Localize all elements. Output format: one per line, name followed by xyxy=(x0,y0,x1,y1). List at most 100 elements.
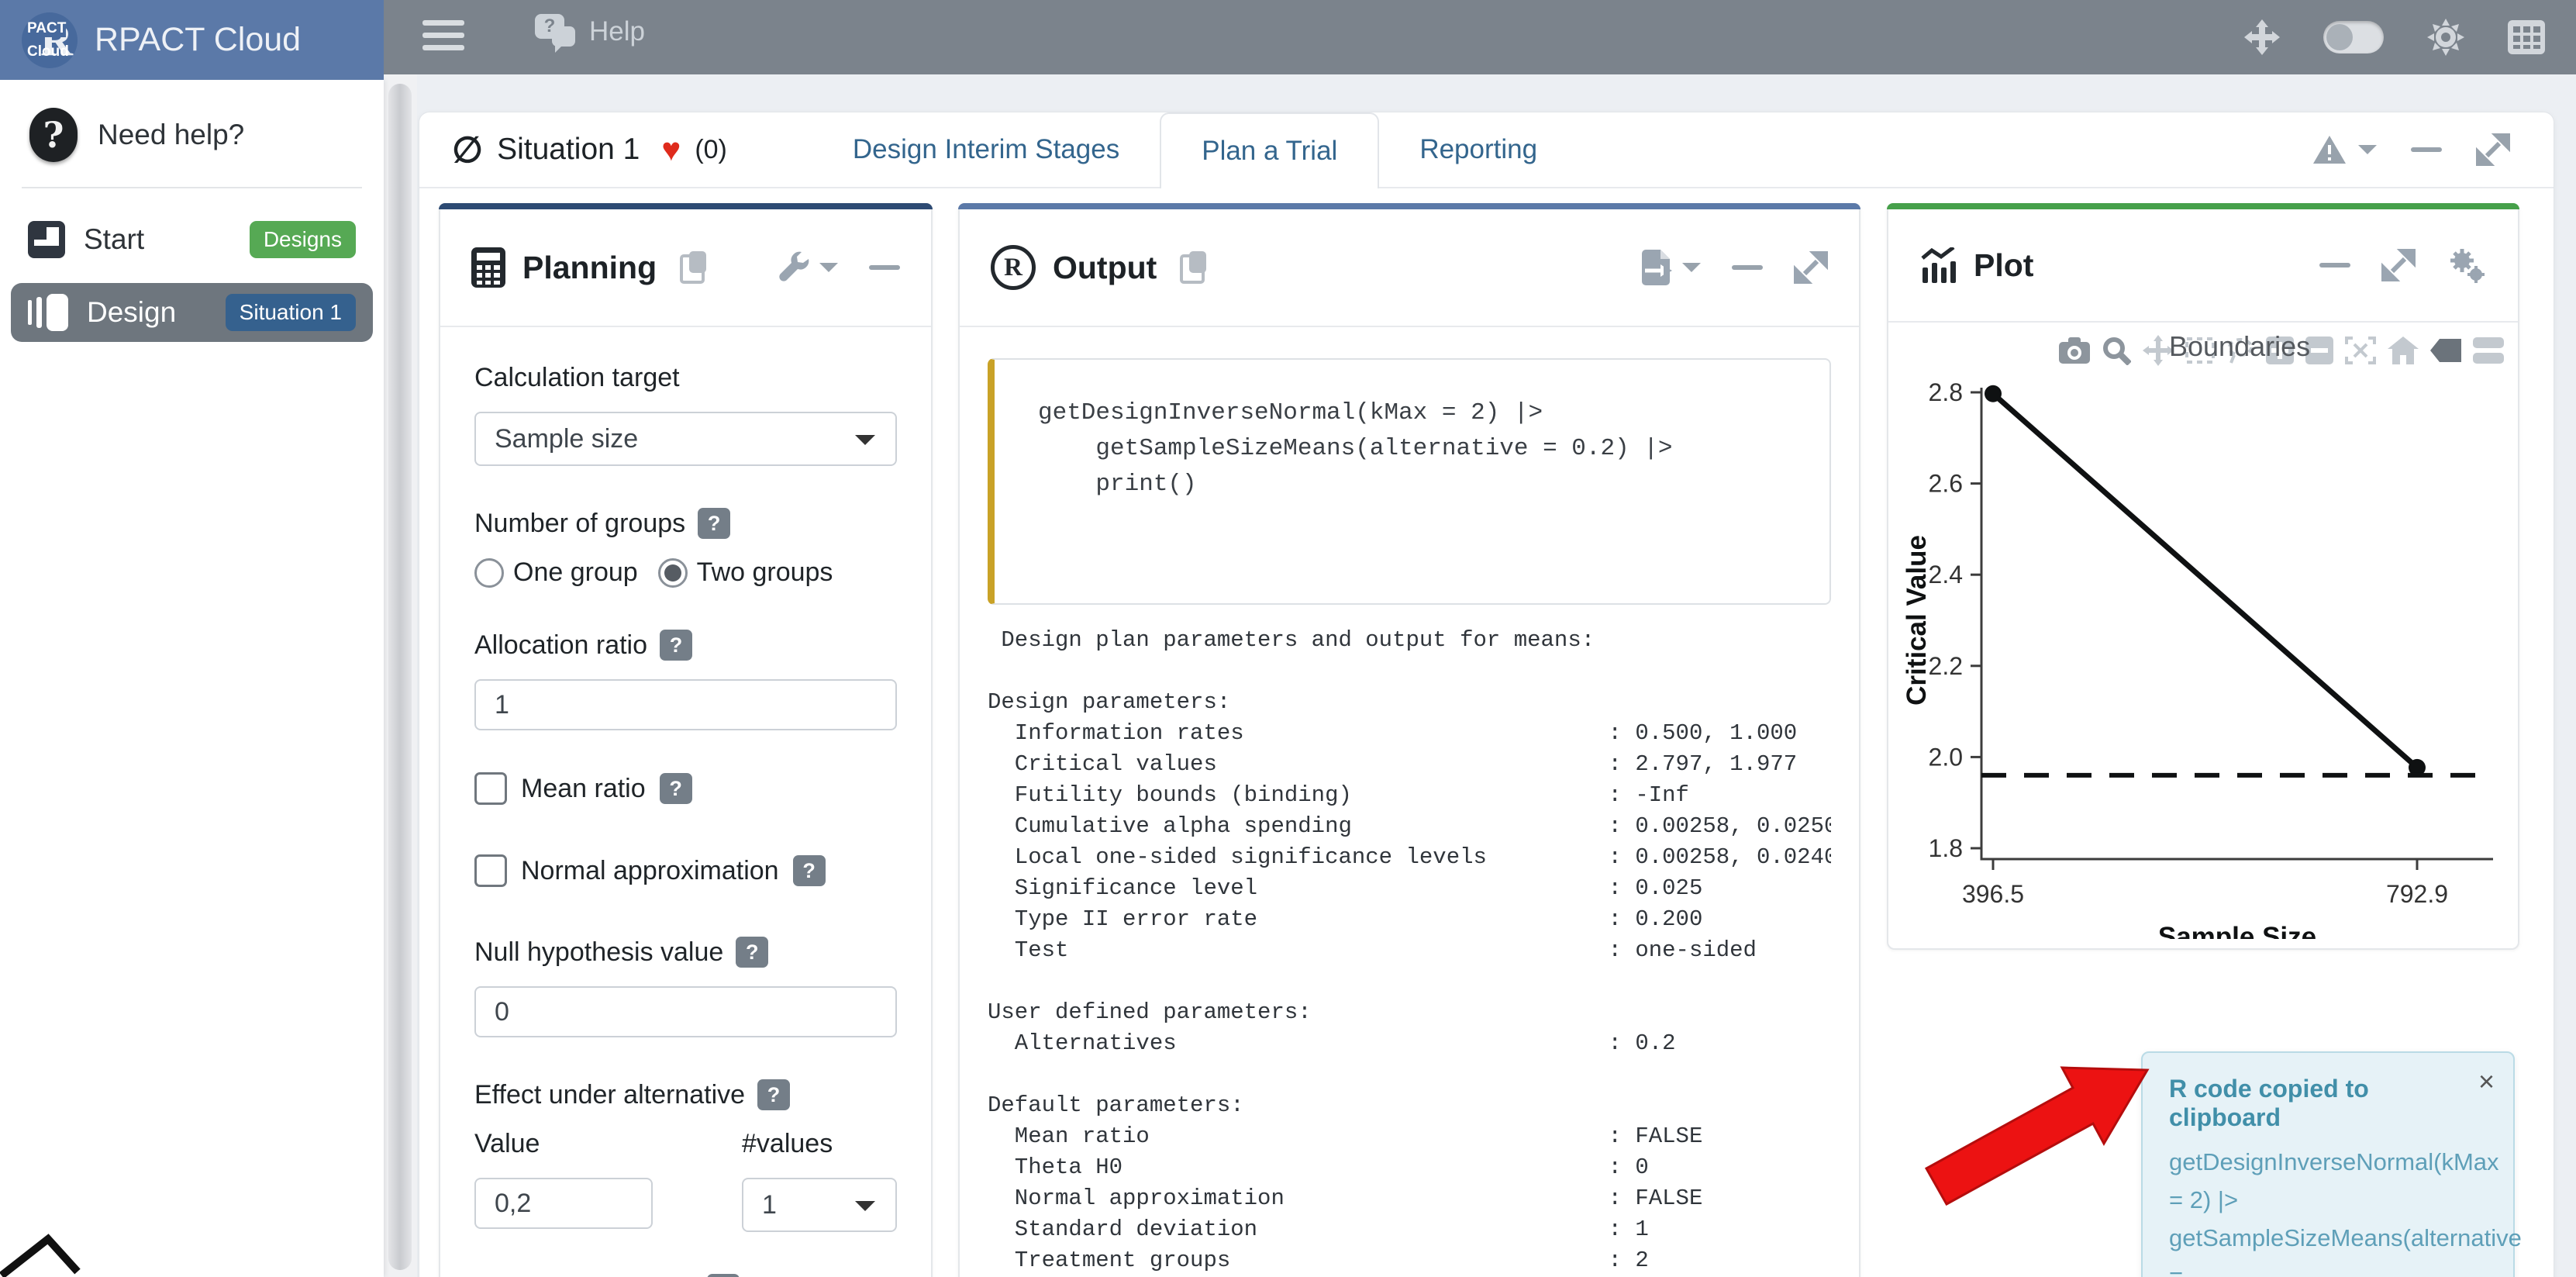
camera-snapshot-icon[interactable] xyxy=(2059,337,2090,364)
chevron-down-icon xyxy=(855,435,875,455)
help-badge[interactable]: ? xyxy=(757,1079,790,1110)
svg-text:792.9: 792.9 xyxy=(2386,880,2448,908)
svg-text:2.8: 2.8 xyxy=(1929,378,1963,406)
svg-text:2.2: 2.2 xyxy=(1929,652,1963,680)
help-badge[interactable]: ? xyxy=(736,937,768,968)
r-code-block[interactable]: getDesignInverseNormal(kMax = 2) |> getS… xyxy=(988,358,1831,605)
need-help-link[interactable]: ? Need help? xyxy=(0,80,384,162)
radio-one-group[interactable] xyxy=(474,558,504,588)
plot-title: Plot xyxy=(1974,247,2033,284)
zoom-icon[interactable] xyxy=(2102,336,2131,365)
svg-text:1.8: 1.8 xyxy=(1929,834,1963,862)
settings-sun-icon[interactable] xyxy=(2427,19,2464,56)
designs-badge: Designs xyxy=(250,221,356,258)
question-mark-icon: ? xyxy=(29,108,78,162)
radio-two-groups[interactable] xyxy=(658,558,688,588)
normal-approximation-checkbox[interactable] xyxy=(474,854,507,887)
plot-svg[interactable]: 1.82.02.22.42.62.8396.5792.9Sample SizeC… xyxy=(1896,323,2516,939)
tab-plan-a-trial[interactable]: Plan a Trial xyxy=(1160,112,1379,188)
hover-compare-icon[interactable] xyxy=(2473,337,2504,364)
sidebar-item-design[interactable]: Design Situation 1 xyxy=(11,283,373,342)
null-hypothesis-input[interactable] xyxy=(474,986,897,1037)
number-of-groups-field: Number of groups ? One group Two groups xyxy=(474,508,897,588)
app-title: RPACT Cloud xyxy=(95,21,301,59)
warnings-dropdown[interactable] xyxy=(2312,134,2377,165)
sidebar-item-start[interactable]: Start Designs xyxy=(11,210,373,269)
favorite-count: (0) xyxy=(695,135,727,165)
planning-panel: Planning Calculation target Sample size xyxy=(439,203,933,1277)
autoscale-icon[interactable] xyxy=(2345,337,2376,364)
help-button[interactable]: ? Help xyxy=(535,14,645,50)
sidebar-item-label: Start xyxy=(84,223,144,256)
tab-design-interim-stages[interactable]: Design Interim Stages xyxy=(812,112,1160,187)
empty-set-icon: ∅ xyxy=(452,129,483,171)
standard-deviation-field: Standard deviation ? xyxy=(474,1274,897,1277)
help-badge[interactable]: ? xyxy=(660,773,692,804)
chevron-down-icon xyxy=(1682,263,1701,281)
wrench-icon xyxy=(778,251,810,284)
output-panel: R Output xyxy=(958,203,1860,1277)
need-help-label: Need help? xyxy=(98,119,244,151)
rpact-logo[interactable]: R PACT Cloud xyxy=(22,12,78,68)
sidebar-item-label: Design xyxy=(87,296,176,329)
plot-settings-gears-icon[interactable] xyxy=(2447,247,2487,284)
expand-diagonal-icon[interactable] xyxy=(2381,248,2416,282)
reset-home-icon[interactable] xyxy=(2388,337,2419,364)
collapse-icon[interactable] xyxy=(1732,265,1763,270)
r-output-text: Design plan parameters and output for me… xyxy=(988,625,1831,1276)
legend-title: Boundaries xyxy=(2169,330,2310,363)
help-badge[interactable]: ? xyxy=(793,855,826,886)
tabs-nav: Design Interim Stages Plan a Trial Repor… xyxy=(812,112,1578,187)
toast-clipboard[interactable]: × R code copied to clipboard getDesignIn… xyxy=(2141,1051,2515,1277)
tools-dropdown[interactable] xyxy=(778,251,838,284)
close-icon[interactable]: × xyxy=(2478,1065,2495,1098)
help-badge[interactable]: ? xyxy=(698,508,730,539)
svg-text:Critical Value: Critical Value xyxy=(1902,535,1932,706)
top-bar: ? Help xyxy=(0,0,2576,74)
collapse-icon[interactable] xyxy=(869,265,900,270)
screen: ? Help xyxy=(0,0,2576,1277)
tab-reporting[interactable]: Reporting xyxy=(1379,112,1578,187)
help-badge[interactable]: ? xyxy=(707,1274,740,1277)
plot-panel: Plot xyxy=(1887,203,2519,950)
expand-arrows-icon[interactable] xyxy=(2244,19,2280,55)
svg-text:2.0: 2.0 xyxy=(1929,743,1963,771)
help-badge[interactable]: ? xyxy=(660,630,692,661)
calculator-icon xyxy=(471,247,505,288)
export-dropdown[interactable] xyxy=(1640,249,1701,286)
tab-bar: ∅ Situation 1 ♥ (0) Design Interim Stage… xyxy=(419,112,2554,188)
heart-icon[interactable]: ♥ xyxy=(661,131,681,168)
toast-title: R code copied to clipboard xyxy=(2169,1075,2487,1132)
num-values-select[interactable]: 1 xyxy=(742,1178,897,1232)
svg-text:2.4: 2.4 xyxy=(1929,561,1963,588)
chart-icon xyxy=(1919,247,1957,283)
apps-grid-icon[interactable] xyxy=(2508,20,2545,54)
theme-toggle[interactable] xyxy=(2323,21,2384,53)
help-chat-icon: ? xyxy=(535,14,577,50)
expand-diagonal-icon[interactable] xyxy=(1794,250,1828,285)
design-icon xyxy=(28,294,68,331)
svg-text:396.5: 396.5 xyxy=(1962,880,2024,908)
output-title: Output xyxy=(1053,250,1157,286)
copy-icon[interactable] xyxy=(1180,251,1206,284)
calculation-target-select[interactable]: Sample size xyxy=(474,412,897,466)
mouse-cursor xyxy=(0,1233,93,1277)
hamburger-menu-icon[interactable] xyxy=(422,20,464,54)
plot-body: Boundaries 1.82.02.22.42.62.8396.5792.9S… xyxy=(1888,323,2518,939)
copy-icon[interactable] xyxy=(680,251,706,284)
situation-badge: Situation 1 xyxy=(226,294,356,331)
collapse-icon[interactable] xyxy=(2411,147,2442,152)
allocation-ratio-input[interactable] xyxy=(474,679,897,730)
sidebar-header: R PACT Cloud RPACT Cloud xyxy=(0,0,384,80)
sidebar-divider xyxy=(22,187,362,188)
collapse-icon[interactable] xyxy=(2319,263,2350,267)
chevron-down-icon xyxy=(2358,145,2377,164)
hover-single-icon[interactable] xyxy=(2430,339,2461,362)
calculation-target-field: Calculation target Sample size xyxy=(474,363,897,466)
toast-code-text: getDesignInverseNormal(kMax = 2) |> getS… xyxy=(2169,1143,2487,1277)
sidebar-scrollbar[interactable] xyxy=(385,74,417,1277)
expand-diagonal-icon[interactable] xyxy=(2476,133,2510,167)
tab-situation[interactable]: ∅ Situation 1 ♥ (0) xyxy=(452,112,727,187)
effect-value-input[interactable] xyxy=(474,1178,653,1229)
mean-ratio-checkbox[interactable] xyxy=(474,772,507,805)
